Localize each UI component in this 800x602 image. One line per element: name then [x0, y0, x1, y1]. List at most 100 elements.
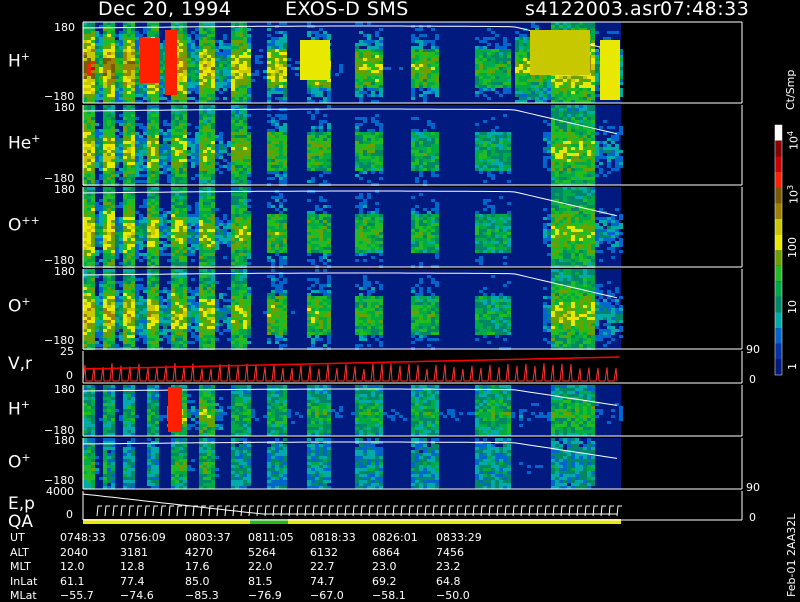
spectrogram-cell	[423, 43, 427, 46]
spectrogram-cell	[123, 94, 127, 97]
spectrogram-cell	[139, 247, 143, 250]
spectrogram-cell	[495, 153, 499, 156]
spectrogram-cell	[139, 205, 143, 208]
spectrogram-cell	[147, 123, 151, 126]
spectrogram-cell	[151, 193, 155, 196]
spectrogram-cell	[231, 43, 235, 46]
spectrogram-cell	[171, 253, 175, 256]
spectrogram-cell	[119, 94, 123, 97]
spectrogram-cell	[211, 105, 215, 108]
spectrogram-cell	[583, 105, 587, 108]
spectrogram-cell	[143, 88, 147, 91]
spectrogram-cell	[107, 217, 111, 220]
spectrogram-cell	[83, 153, 87, 156]
spectrogram-cell	[519, 55, 523, 58]
spectrogram-cell	[199, 141, 203, 144]
spectrogram-cell	[187, 144, 191, 147]
spectrogram-cell	[543, 91, 547, 94]
spectrogram-cell	[199, 223, 203, 226]
spectrogram-cell	[95, 123, 99, 126]
spectrogram-cell	[539, 82, 543, 85]
spectrogram-cell	[215, 79, 219, 82]
spectrogram-cell	[503, 144, 507, 147]
spectrogram-cell	[91, 147, 95, 150]
spectrogram-cell	[543, 120, 547, 123]
spectrogram-cell	[587, 150, 591, 153]
spectrogram-cell	[107, 34, 111, 37]
spectrogram-cell	[135, 180, 139, 183]
spectrogram-cell	[95, 162, 99, 165]
spectrogram-cell	[579, 94, 583, 97]
spectrogram-cell	[179, 111, 183, 114]
spectrogram-cell	[579, 150, 583, 153]
spectrogram-cell	[583, 88, 587, 91]
spectrogram-cell	[479, 91, 483, 94]
spectrogram-cell	[559, 141, 563, 144]
spectrogram-cell	[235, 159, 239, 162]
spectrogram-cell	[99, 214, 103, 217]
spectrogram-cell	[179, 120, 183, 123]
spectrogram-cell	[499, 159, 503, 162]
spectrogram-cell	[179, 144, 183, 147]
spectrogram-cell	[371, 135, 375, 138]
spectrogram-cell	[499, 168, 503, 171]
spectrogram-cell	[375, 138, 379, 141]
spectrogram-cell	[119, 79, 123, 82]
spectrogram-cell	[207, 256, 211, 259]
spectrogram-cell	[475, 147, 479, 150]
spectrogram-cell	[559, 76, 563, 79]
spectrogram-cell	[591, 108, 595, 111]
spectrogram-cell	[479, 168, 483, 171]
spectrogram-cell	[479, 153, 483, 156]
spectrogram-cell	[579, 105, 583, 108]
spectrogram-cell	[235, 144, 239, 147]
spectrogram-cell	[267, 135, 271, 138]
spectrogram-cell	[587, 156, 591, 159]
spectrogram-cell	[219, 132, 223, 135]
spectrogram-cell	[95, 208, 99, 211]
spectrogram-cell	[355, 70, 359, 73]
spectrogram-cell	[247, 141, 251, 144]
spectrogram-cell	[91, 73, 95, 76]
spectrogram-cell	[91, 229, 95, 232]
spectrogram-cell	[91, 217, 95, 220]
spectrogram-cell	[307, 135, 311, 138]
spectrogram-cell	[571, 147, 575, 150]
spectrogram-cell	[307, 138, 311, 141]
spectrogram-cell	[187, 226, 191, 229]
spectrogram-cell	[247, 147, 251, 150]
spectrogram-cell	[579, 168, 583, 171]
spectrogram-cell	[91, 129, 95, 132]
spectrogram-cell	[427, 79, 431, 82]
spectrogram-cell	[191, 144, 195, 147]
spectrogram-cell	[495, 144, 499, 147]
spectrogram-cell	[551, 94, 555, 97]
spectrogram-cell	[555, 174, 559, 177]
spectrogram-cell	[315, 135, 319, 138]
spectrogram-cell	[147, 147, 151, 150]
spectrogram-cell	[379, 150, 383, 153]
spectrogram-cell	[119, 61, 123, 64]
spectrogram-cell	[567, 108, 571, 111]
spectrogram-cell	[211, 259, 215, 262]
spectrogram-cell	[207, 214, 211, 217]
spectrogram-cell	[231, 76, 235, 79]
spectrogram-cell	[379, 171, 383, 174]
spectrogram-cell	[595, 58, 599, 61]
spectrogram-cell	[87, 55, 91, 58]
spectrogram-cell	[427, 132, 431, 135]
spectrogram-cell	[95, 49, 99, 52]
spectrogram-cell	[203, 205, 207, 208]
spectrogram-cell	[499, 162, 503, 165]
spectrogram-cell	[275, 52, 279, 55]
spectrogram-cell	[83, 229, 87, 232]
spectrogram-cell	[559, 85, 563, 88]
spectrogram-cell	[203, 58, 207, 61]
spectrogram-cell	[235, 61, 239, 64]
spectrogram-cell	[231, 132, 235, 135]
spectrogram-cell	[507, 180, 511, 183]
spectrogram-cell	[555, 108, 559, 111]
spectrogram-cell	[579, 177, 583, 180]
spectrogram-cell	[315, 153, 319, 156]
spectrogram-cell	[183, 217, 187, 220]
